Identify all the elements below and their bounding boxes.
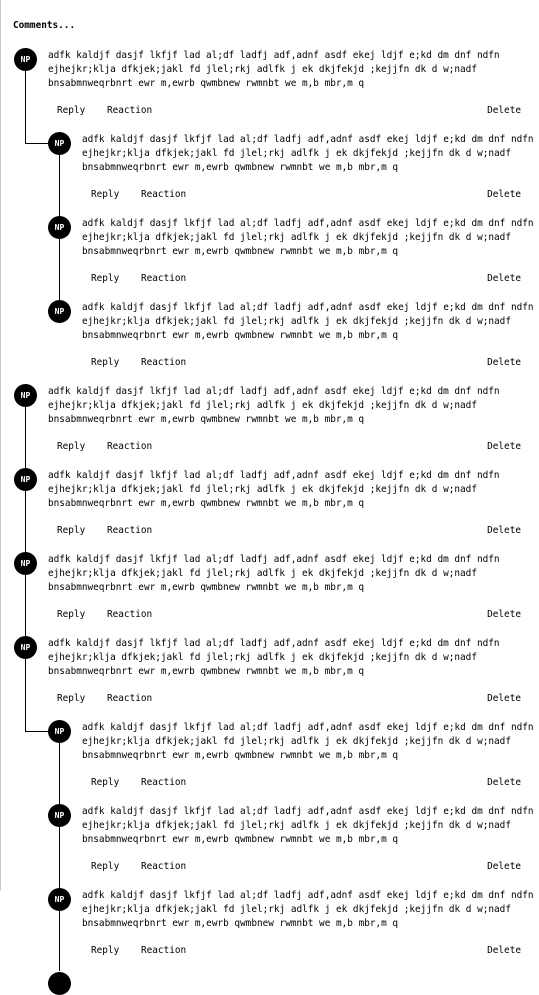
- delete-button[interactable]: Delete: [487, 944, 521, 958]
- avatar: NP: [14, 636, 37, 659]
- comment-text: adfk kaldjf dasjf lkfjf lad al;df ladfj …: [48, 638, 500, 677]
- comments-title: Comments...: [13, 20, 76, 31]
- delete-button[interactable]: Delete: [487, 272, 521, 286]
- avatar: NP: [48, 216, 71, 239]
- thread-connector: [58, 743, 61, 804]
- comment-text: adfk kaldjf dasjf lkfjf lad al;df ladfj …: [82, 218, 534, 257]
- delete-button[interactable]: Delete: [487, 776, 521, 790]
- comment-text: adfk kaldjf dasjf lkfjf lad al;df ladfj …: [48, 386, 500, 425]
- comments-panel: Comments... NP adfk kaldjf dasjf lkfjf la…: [0, 0, 539, 995]
- comment-text: adfk kaldjf dasjf lkfjf lad al;df ladfj …: [48, 470, 500, 509]
- reaction-button[interactable]: Reaction: [107, 440, 152, 454]
- thread-connector: [24, 491, 27, 552]
- avatar: NP: [48, 300, 71, 323]
- reaction-button[interactable]: Reaction: [107, 692, 152, 706]
- thread-connector: [24, 575, 27, 636]
- delete-button[interactable]: Delete: [487, 356, 521, 370]
- reply-button[interactable]: Reply: [57, 440, 85, 454]
- comment-text: adfk kaldjf dasjf lkfjf lad al;df ladfj …: [48, 50, 500, 89]
- thread-connector: [24, 71, 27, 144]
- thread-connector: [58, 155, 61, 216]
- avatar: NP: [48, 132, 71, 155]
- reaction-button[interactable]: Reaction: [141, 356, 186, 370]
- comment-text: adfk kaldjf dasjf lkfjf lad al;df ladfj …: [82, 302, 534, 341]
- delete-button[interactable]: Delete: [487, 524, 521, 538]
- thread-connector: [24, 142, 48, 145]
- avatar: NP: [14, 468, 37, 491]
- reaction-button[interactable]: Reaction: [141, 944, 186, 958]
- delete-button[interactable]: Delete: [487, 104, 521, 118]
- avatar: NP: [14, 552, 37, 575]
- reaction-button[interactable]: Reaction: [107, 608, 152, 622]
- thread-connector: [24, 659, 27, 732]
- avatar: NP: [14, 384, 37, 407]
- avatar: NP: [48, 720, 71, 743]
- delete-button[interactable]: Delete: [487, 440, 521, 454]
- comment-text: adfk kaldjf dasjf lkfjf lad al;df ladfj …: [82, 134, 534, 173]
- thread-connector: [58, 911, 61, 971]
- reply-button[interactable]: Reply: [91, 776, 119, 790]
- reply-button[interactable]: Reply: [57, 524, 85, 538]
- reply-button[interactable]: Reply: [91, 188, 119, 202]
- avatar: NP: [14, 48, 37, 71]
- reaction-button[interactable]: Reaction: [141, 776, 186, 790]
- reply-button[interactable]: Reply: [91, 944, 119, 958]
- reaction-button[interactable]: Reaction: [141, 272, 186, 286]
- comment-text: adfk kaldjf dasjf lkfjf lad al;df ladfj …: [82, 890, 534, 929]
- comment-text: adfk kaldjf dasjf lkfjf lad al;df ladfj …: [48, 554, 500, 593]
- thread-connector: [24, 407, 27, 468]
- delete-button[interactable]: Delete: [487, 860, 521, 874]
- delete-button[interactable]: Delete: [487, 608, 521, 622]
- reply-button[interactable]: Reply: [91, 272, 119, 286]
- reaction-button[interactable]: Reaction: [107, 524, 152, 538]
- reaction-button[interactable]: Reaction: [141, 188, 186, 202]
- avatar: NP: [48, 804, 71, 827]
- thread-connector: [58, 827, 61, 888]
- reaction-button[interactable]: Reaction: [141, 860, 186, 874]
- reply-button[interactable]: Reply: [91, 860, 119, 874]
- reaction-button[interactable]: Reaction: [107, 104, 152, 118]
- avatar: [48, 972, 71, 995]
- reply-button[interactable]: Reply: [57, 692, 85, 706]
- delete-button[interactable]: Delete: [487, 692, 521, 706]
- comment-text: adfk kaldjf dasjf lkfjf lad al;df ladfj …: [82, 806, 534, 845]
- reply-button[interactable]: Reply: [91, 356, 119, 370]
- thread-connector: [58, 239, 61, 300]
- delete-button[interactable]: Delete: [487, 188, 521, 202]
- comment-text: adfk kaldjf dasjf lkfjf lad al;df ladfj …: [82, 722, 534, 761]
- reply-button[interactable]: Reply: [57, 104, 85, 118]
- thread-connector: [24, 730, 48, 733]
- reply-button[interactable]: Reply: [57, 608, 85, 622]
- avatar: NP: [48, 888, 71, 911]
